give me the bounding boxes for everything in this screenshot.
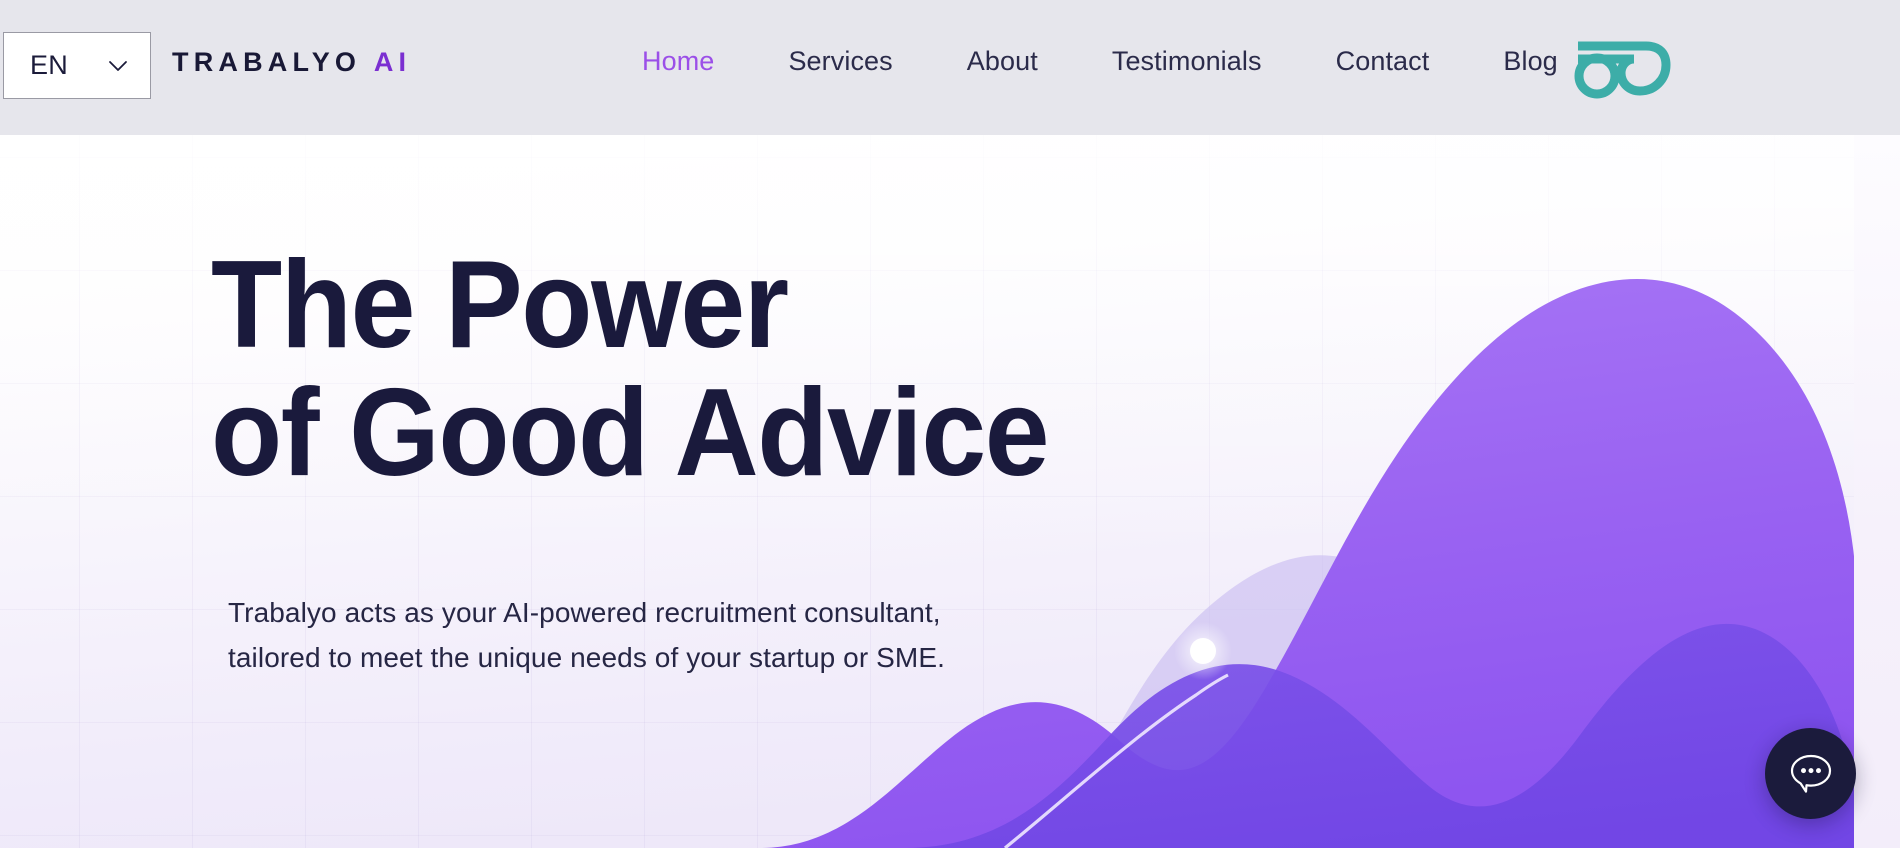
chat-widget-button[interactable] [1765,728,1856,819]
right-edge-strip [1854,135,1900,848]
language-selector[interactable]: EN [3,32,151,99]
wave-back [1020,555,1560,848]
hero-subheading: Trabalyo acts as your AI-powered recruit… [228,590,945,681]
headline-line-2: of Good Advice [211,363,1050,502]
subhead-line-1: Trabalyo acts as your AI-powered recruit… [228,597,941,628]
nav-item-testimonials[interactable]: Testimonials [1075,46,1299,77]
site-header: EN TRABALYO AI Home Services About Testi… [0,0,1900,135]
subhead-line-2: tailored to meet the unique needs of you… [228,642,945,674]
headline-line-1: The Power [211,236,789,374]
data-point-glow [1174,622,1232,680]
chevron-down-icon [109,60,127,71]
brand-suffix: AI [373,47,412,77]
nav-item-home[interactable]: Home [605,46,751,77]
chat-bubble-dots-icon [1790,754,1831,793]
main-navigation: Home Services About Testimonials Contact… [605,46,1595,77]
brand-name: TRABALYO [172,47,362,77]
brand-logotype[interactable]: TRABALYO AI [172,47,411,78]
data-point-dot-icon [1190,638,1216,664]
nav-item-contact[interactable]: Contact [1299,46,1467,77]
language-selector-value: EN [30,50,68,80]
trabalyo-glasses-logo-icon[interactable] [1572,32,1672,102]
wave-front [905,623,1855,848]
nav-item-about[interactable]: About [930,46,1075,77]
page-title: The Power of Good Advice [211,236,1050,502]
page-root: EN TRABALYO AI Home Services About Testi… [0,0,1900,848]
trend-line [1003,673,1229,848]
nav-item-services[interactable]: Services [751,46,929,77]
hero-section: The Power of Good Advice Trabalyo acts a… [0,135,1900,848]
